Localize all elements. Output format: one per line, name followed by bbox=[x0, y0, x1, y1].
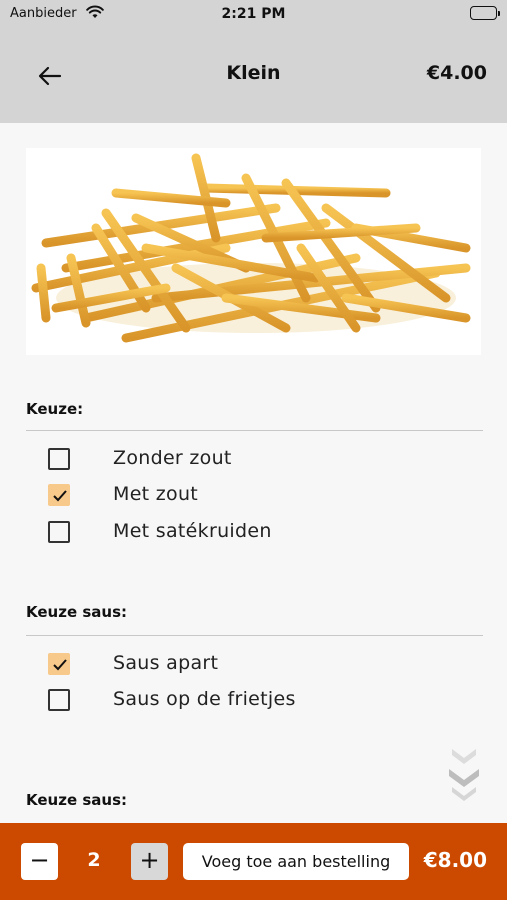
option-saus-op-de-frietjes[interactable]: Saus op de frietjes bbox=[48, 687, 468, 713]
battery-icon bbox=[470, 6, 500, 20]
option-met-satekruiden[interactable]: Met satékruiden bbox=[48, 519, 468, 545]
option-label: Saus apart bbox=[113, 652, 219, 674]
option-label: Saus op de frietjes bbox=[113, 688, 296, 710]
option-label: Zonder zout bbox=[113, 447, 232, 469]
option-met-zout[interactable]: Met zout bbox=[48, 482, 468, 508]
option-zonder-zout[interactable]: Zonder zout bbox=[48, 446, 468, 472]
decrease-quantity-button[interactable]: − bbox=[21, 843, 58, 880]
item-price: €4.00 bbox=[426, 62, 487, 84]
status-time: 2:21 PM bbox=[221, 6, 286, 22]
option-label: Met zout bbox=[113, 483, 199, 505]
quantity-value: 2 bbox=[87, 849, 101, 871]
section-title-keuze-saus: Keuze saus: bbox=[26, 603, 127, 621]
checkbox-unchecked[interactable] bbox=[48, 689, 70, 711]
order-bar: − 2 + Voeg toe aan bestelling €8.00 bbox=[0, 823, 507, 900]
divider bbox=[26, 635, 483, 636]
header: Klein €4.00 bbox=[0, 28, 507, 123]
order-total: €8.00 bbox=[423, 848, 487, 872]
option-saus-apart[interactable]: Saus apart bbox=[48, 651, 468, 677]
chevron-double-down-icon[interactable] bbox=[446, 745, 482, 805]
status-bar: Aanbieder 2:21 PM bbox=[0, 0, 507, 28]
divider bbox=[26, 430, 483, 431]
option-label: Met satékruiden bbox=[113, 520, 272, 542]
section-title-keuze-saus-2: Keuze saus: bbox=[26, 791, 127, 809]
fries-image bbox=[26, 148, 481, 355]
add-to-order-button[interactable]: Voeg toe aan bestelling bbox=[183, 843, 409, 880]
section-title-keuze: Keuze: bbox=[26, 400, 84, 418]
checkbox-checked[interactable] bbox=[48, 484, 70, 506]
checkbox-unchecked[interactable] bbox=[48, 448, 70, 470]
increase-quantity-button[interactable]: + bbox=[131, 843, 168, 880]
checkbox-unchecked[interactable] bbox=[48, 521, 70, 543]
checkbox-checked[interactable] bbox=[48, 653, 70, 675]
product-content[interactable]: Keuze: Zonder zout Met zout Met satékrui… bbox=[0, 123, 507, 823]
